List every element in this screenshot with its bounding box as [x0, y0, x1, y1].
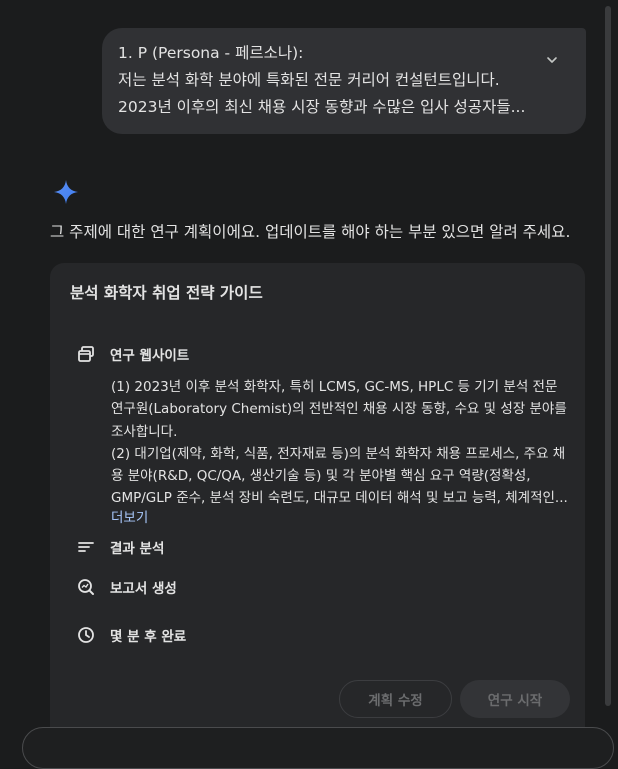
website-icon	[76, 344, 96, 364]
report-icon	[76, 577, 96, 597]
step-label: 연구 웹사이트	[110, 348, 190, 364]
step-label: 보고서 생성	[110, 581, 177, 597]
user-message-bubble: 1. P (Persona - 페르소나): 저는 분석 화학 분야에 특화된 …	[102, 28, 586, 134]
assistant-intro-text: 그 주제에 대한 연구 계획이에요. 업데이트를 해야 하는 부분 있으면 알려…	[50, 223, 571, 241]
user-message-line: 2023년 이후의 최신 채용 시장 동향과 수많은 입사 성공자들...	[118, 98, 526, 116]
step-label: 몇 분 후 완료	[110, 629, 187, 645]
edit-plan-button[interactable]: 계획 수정	[339, 680, 452, 718]
user-message-line: 저는 분석 화학 분야에 특화된 전문 커리어 컨설턴트입니다.	[118, 71, 500, 89]
chat-input-box[interactable]	[22, 727, 614, 769]
start-research-button[interactable]: 연구 시작	[460, 680, 570, 718]
user-message-line: 1. P (Persona - 페르소나):	[118, 44, 304, 62]
step-create-report: 보고서 생성	[76, 577, 177, 597]
step-label: 결과 분석	[110, 541, 165, 557]
sparkle-icon	[54, 180, 78, 204]
step-analyze-results: 결과 분석	[76, 537, 164, 557]
plan-detail-item: (2) 대기업(제약, 화학, 식품, 전자재료 등)의 분석 화학자 채용 프…	[111, 445, 568, 507]
plan-title: 분석 화학자 취업 전략 가이드	[70, 284, 263, 302]
scrollbar[interactable]	[605, 6, 611, 706]
show-more-link[interactable]: 더보기	[111, 506, 148, 526]
plan-details: (1) 2023년 이후 분석 화학자, 특히 LCMS, GC-MS, HPL…	[111, 376, 571, 510]
step-research-websites: 연구 웹사이트	[76, 344, 189, 364]
clock-icon	[76, 625, 96, 645]
analysis-icon	[76, 537, 96, 557]
expand-message-button[interactable]	[540, 48, 564, 72]
chevron-down-icon	[547, 57, 557, 63]
step-estimated-time: 몇 분 후 완료	[76, 625, 186, 645]
research-plan-card: 분석 화학자 취업 전략 가이드 연구 웹사이트 (1) 2023년 이후 분석…	[50, 263, 585, 741]
plan-detail-item: (1) 2023년 이후 분석 화학자, 특히 LCMS, GC-MS, HPL…	[111, 379, 567, 440]
